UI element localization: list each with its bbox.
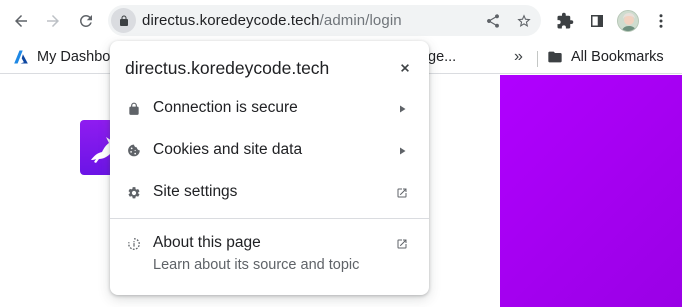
bookmark-truncated[interactable]: ge... (428, 46, 456, 68)
browser-toolbar: directus.koredeycode.tech/admin/login (0, 0, 682, 41)
avatar[interactable] (617, 10, 639, 32)
share-icon (486, 14, 500, 28)
row-label: Connection is secure (153, 99, 298, 116)
more-menu-button[interactable] (650, 10, 672, 32)
back-arrow-icon (15, 15, 27, 27)
connection-secure-row[interactable]: Connection is secure (110, 88, 429, 130)
close-icon (401, 64, 409, 72)
bookmarks-divider (537, 51, 538, 67)
all-bookmarks-label: All Bookmarks (571, 49, 664, 65)
lock-icon (119, 15, 128, 26)
reload-button[interactable] (73, 8, 99, 34)
gear-icon (126, 185, 142, 201)
url-host: directus.koredeycode.tech (142, 12, 320, 29)
azure-icon (14, 50, 28, 64)
extensions-icon (557, 12, 574, 29)
about-page-icon (126, 236, 142, 252)
bookmarks-overflow-button[interactable]: » (514, 46, 523, 68)
extensions-button[interactable] (554, 10, 576, 32)
popup-divider (110, 218, 429, 219)
lock-icon (126, 101, 142, 117)
url-text[interactable]: directus.koredeycode.tech/admin/login (142, 12, 402, 29)
site-settings-row[interactable]: Site settings (110, 172, 429, 214)
about-this-page-row[interactable]: About this page (110, 223, 429, 283)
profile-picture-icon (618, 11, 638, 31)
overflow-chevron-icon: » (514, 48, 523, 65)
side-panel-icon (591, 15, 603, 27)
row-label: Cookies and site data (153, 141, 303, 158)
forward-button[interactable] (40, 8, 66, 34)
row-label: Site settings (153, 183, 238, 200)
bookmark-label: ge... (428, 49, 457, 65)
folder-icon (548, 51, 562, 63)
close-button[interactable] (394, 57, 416, 79)
back-button[interactable] (8, 8, 34, 34)
side-panel-button[interactable] (586, 10, 608, 32)
site-info-popup: directus.koredeycode.tech Connection is … (110, 41, 429, 295)
bookmark-my-dashboard[interactable]: My Dashbo (13, 46, 110, 68)
forward-arrow-icon (47, 15, 59, 27)
site-info-button[interactable] (111, 8, 136, 33)
open-in-new-icon (395, 186, 409, 200)
row-label: About this page (153, 234, 261, 251)
hero-background-panel (500, 75, 682, 307)
bookmark-label: My Dashbo (37, 49, 111, 65)
url-path: /admin/login (319, 12, 402, 29)
reload-icon (79, 14, 92, 27)
cookies-site-data-row[interactable]: Cookies and site data (110, 130, 429, 172)
cookie-icon (126, 143, 142, 159)
star-icon (517, 14, 531, 27)
bookmark-star-button[interactable] (514, 11, 534, 31)
arrow-right-icon (395, 102, 409, 116)
arrow-right-icon (395, 144, 409, 158)
popup-title: directus.koredeycode.tech (125, 58, 330, 78)
all-bookmarks-button[interactable]: All Bookmarks (547, 46, 664, 68)
share-button[interactable] (483, 11, 503, 31)
more-vert-icon (659, 14, 663, 28)
address-bar[interactable]: directus.koredeycode.tech/admin/login (108, 5, 541, 36)
about-page-description: Learn about its source and topic (153, 257, 360, 273)
open-in-new-icon (395, 237, 409, 251)
